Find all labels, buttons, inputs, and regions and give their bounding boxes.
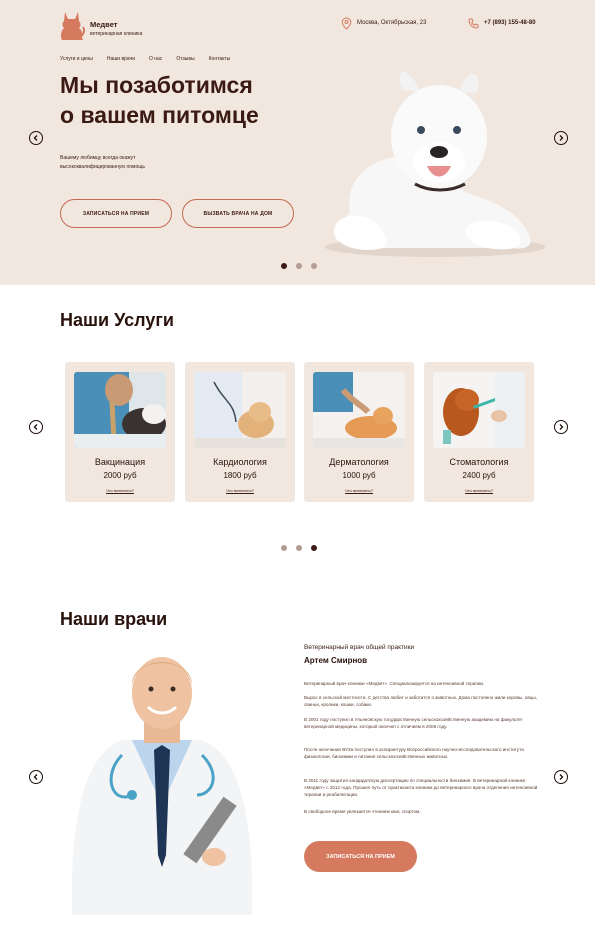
chevron-right-icon	[559, 424, 564, 430]
dermatology-photo	[313, 372, 405, 448]
hero-subtitle-line-1: Вашему любимцу всегда окажут	[60, 155, 136, 161]
doctor-bio-paragraph: Вырос в сельской местности. С детства лю…	[304, 695, 537, 707]
hero-section: Медвет ветеринарная клиника Москва, Октя…	[0, 0, 595, 285]
phone-number[interactable]: +7 (893) 155-48-80	[484, 20, 536, 26]
doctor-bio-paragraph: В 2011 году защитил кандидатскую диссерт…	[304, 778, 538, 797]
hero-slide-dot-2[interactable]	[296, 263, 302, 269]
doctor-book-appointment-button[interactable]: ЗАПИСАТЬСЯ НА ПРИЕМ	[304, 841, 417, 872]
services-slide-dot-1[interactable]	[281, 545, 287, 551]
hero-slide-dot-3[interactable]	[311, 263, 317, 269]
services-slide-dot-3[interactable]	[311, 545, 317, 551]
chevron-left-icon	[33, 424, 38, 430]
vaccination-photo	[74, 372, 166, 448]
hero-subtitle-line-2: высококвалифицированную помощь	[60, 164, 145, 170]
services-title: Наши Услуги	[60, 310, 174, 330]
address-text: Москва, Октябрьская, 23	[357, 20, 427, 26]
hero-prev-arrow[interactable]	[29, 131, 43, 145]
chevron-left-icon	[33, 774, 38, 780]
call-doctor-home-button[interactable]: ВЫЗВАТЬ ВРАЧА НА ДОМ	[182, 199, 294, 228]
nav-item-about[interactable]: О нас	[149, 56, 162, 62]
nav-item-services[interactable]: Услуги и цены	[60, 56, 93, 62]
hero-slide-dot-1[interactable]	[281, 263, 287, 269]
service-card-dermatology[interactable]: Дерматология 1000 руб Что включено?	[304, 362, 414, 502]
book-appointment-button[interactable]: ЗАПИСАТЬСЯ НА ПРИЕМ	[60, 199, 172, 228]
nav-item-doctors[interactable]: Наши врачи	[107, 56, 135, 62]
service-name: Вакцинация	[94, 457, 146, 467]
hero-title-line-1: Мы позаботимся	[60, 72, 253, 98]
service-details-link[interactable]: Что включено?	[65, 488, 175, 493]
brand-name: Медвет	[90, 20, 118, 29]
doctor-bio-paragraph: Ветеринарный врач клиники «Медвет». Спец…	[304, 681, 485, 686]
service-name: Кардиология	[213, 457, 267, 467]
nav-item-contacts[interactable]: Контакты	[209, 56, 231, 62]
chevron-right-icon	[559, 135, 564, 141]
phone-icon	[468, 18, 479, 29]
hero-title-line-2: о вашем питомце	[60, 102, 259, 128]
cardiology-photo	[194, 372, 286, 448]
doctors-next-arrow[interactable]	[554, 770, 568, 784]
service-card-vaccination[interactable]: Вакцинация 2000 руб Что включено?	[65, 362, 175, 502]
service-card-cardiology[interactable]: Кардиология 1800 руб Что включено?	[185, 362, 295, 502]
service-card-dentistry[interactable]: Стоматология 2400 руб Что включено?	[424, 362, 534, 502]
service-price: 1000 руб	[342, 471, 376, 480]
cat-logo-icon[interactable]	[59, 9, 85, 41]
doctors-title: Наши врачи	[60, 609, 168, 629]
chevron-left-icon	[33, 135, 38, 141]
location-pin-icon	[341, 17, 352, 30]
service-name: Стоматология	[449, 457, 509, 467]
puppy-photo	[325, 71, 545, 257]
brand-subtitle: ветеринарная клиника	[90, 31, 143, 37]
nav-item-reviews[interactable]: Отзывы	[176, 56, 194, 62]
service-price: 1800 руб	[223, 471, 257, 480]
doctor-bio-paragraph: В 2001 году поступил в Ульяновскую госуд…	[304, 717, 523, 729]
main-nav: Услуги и цены Наши врачи О нас Отзывы Ко…	[60, 56, 230, 62]
services-prev-arrow[interactable]	[29, 420, 43, 434]
service-price: 2400 руб	[462, 471, 496, 480]
doctor-photo	[71, 657, 253, 915]
doctors-prev-arrow[interactable]	[29, 770, 43, 784]
service-details-link[interactable]: Что включено?	[185, 488, 295, 493]
service-name: Дерматология	[329, 457, 389, 467]
chevron-right-icon	[559, 774, 564, 780]
services-slide-dot-2[interactable]	[296, 545, 302, 551]
doctor-role: Ветеринарный врач общей практики	[304, 644, 415, 651]
service-details-link[interactable]: Что включено?	[424, 488, 534, 493]
service-price: 2000 руб	[103, 471, 137, 480]
service-details-link[interactable]: Что включено?	[304, 488, 414, 493]
doctor-name: Артем Смирнов	[304, 656, 368, 665]
doctor-bio-paragraph: После окончания ВУЗа поступил в аспирант…	[304, 747, 524, 759]
doctor-bio-paragraph: В свободное время увлекается чтением кни…	[304, 809, 421, 814]
hero-title: Мы позаботимся о вашем питомце	[60, 70, 330, 130]
dentistry-photo	[433, 372, 525, 448]
hero-subtitle: Вашему любимцу всегда окажут высококвали…	[60, 154, 180, 172]
services-next-arrow[interactable]	[554, 420, 568, 434]
hero-next-arrow[interactable]	[554, 131, 568, 145]
